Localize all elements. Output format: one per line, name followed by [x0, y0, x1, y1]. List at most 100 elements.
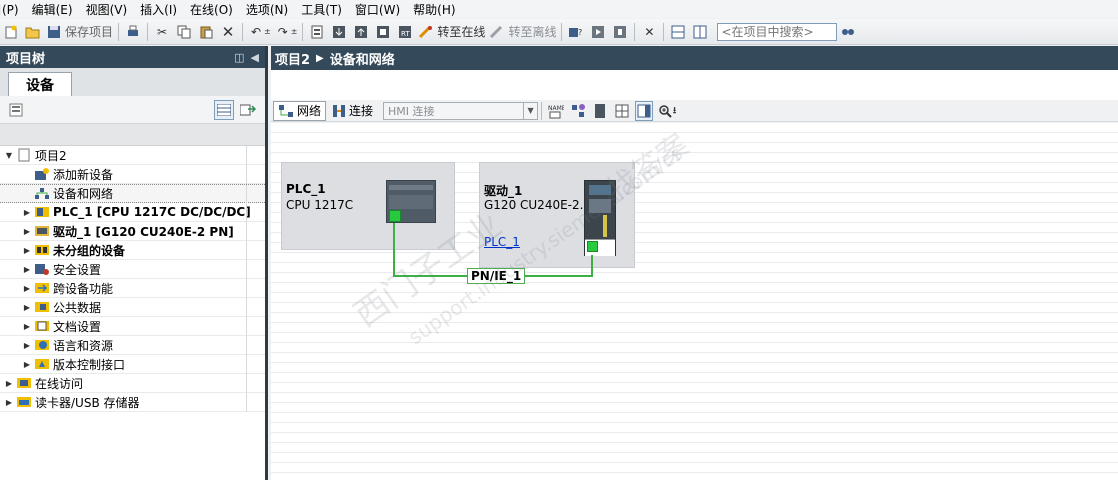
menu-item-0[interactable]: 目(P)	[0, 1, 28, 18]
cut-button[interactable]: ✂	[153, 22, 171, 42]
split-vertical-button[interactable]	[691, 22, 709, 42]
go-offline-button[interactable]: 转至离线	[489, 22, 556, 42]
chevron-right-icon[interactable]: ▶	[22, 246, 32, 255]
go-online-icon	[418, 24, 434, 40]
tree-item-label: 设备和网络	[53, 187, 114, 201]
project-icon	[16, 148, 32, 162]
open-project-button[interactable]	[24, 22, 42, 42]
menu-item-8[interactable]: 帮助(H)	[413, 1, 464, 18]
project-search-input[interactable]	[717, 22, 838, 41]
start-cpu-button[interactable]	[589, 22, 607, 42]
tab-network[interactable]: 网络	[273, 100, 327, 121]
tab-devices[interactable]: 设备	[8, 72, 72, 96]
tree-item[interactable]: ▶ 文档设置	[0, 317, 265, 336]
tree-status-cell	[246, 146, 265, 165]
export-icon[interactable]	[238, 100, 258, 120]
paste-button[interactable]	[197, 22, 215, 42]
security-icon	[34, 262, 50, 276]
chevron-right-icon[interactable]: ▶	[22, 360, 32, 369]
menu-item-5[interactable]: 选项(N)	[246, 1, 297, 18]
tree-item-label: 未分组的设备	[53, 243, 126, 258]
tree-item[interactable]: ▶ 公共数据	[0, 298, 265, 317]
chevron-right-icon[interactable]: ▶	[22, 284, 32, 293]
chevron-right-icon[interactable]: ▶	[22, 265, 32, 274]
network-canvas[interactable]: PLC_1 CPU 1217C 驱动_1 G120 CU240E-2... PL…	[271, 123, 1118, 480]
upload-icon	[353, 24, 369, 40]
breadcrumb-project[interactable]: 项目2	[275, 49, 310, 68]
drive-device-box[interactable]: 驱动_1 G120 CU240E-2... PLC_1	[479, 162, 635, 268]
plc-device-box[interactable]: PLC_1 CPU 1217C	[281, 162, 455, 250]
save-project-button[interactable]: 保存项目	[46, 22, 113, 42]
menu-item-4[interactable]: 在线(O)	[190, 1, 242, 18]
compile-icon	[309, 24, 325, 40]
upload-button[interactable]	[352, 22, 370, 42]
compile-button[interactable]	[308, 22, 326, 42]
chevron-right-icon[interactable]: ▶	[4, 379, 14, 388]
tree-status-cell	[246, 355, 265, 374]
tree-settings-icon[interactable]	[8, 102, 24, 118]
chevron-right-icon[interactable]: ▶	[22, 208, 32, 217]
menu-item-2[interactable]: 视图(V)	[86, 1, 137, 18]
show-names-button[interactable]: NAME	[547, 101, 565, 121]
table-view-icon[interactable]	[214, 100, 234, 120]
tree-item[interactable]: 设备和网络	[0, 184, 265, 204]
tree-item[interactable]: ▶ 跨设备功能	[0, 279, 265, 298]
ungrouped-icon	[34, 243, 50, 257]
chevron-down-icon[interactable]: ▼	[4, 151, 14, 160]
new-project-button[interactable]	[2, 22, 20, 42]
delete-button[interactable]: ✕	[219, 22, 237, 42]
plc-device-type: CPU 1217C	[286, 198, 354, 212]
split-view-button[interactable]	[635, 100, 654, 121]
go-online-button[interactable]: 转至在线	[418, 22, 485, 42]
simulation-button[interactable]	[374, 22, 392, 42]
accessible-devices-button[interactable]: ?	[567, 22, 585, 42]
stop-cpu-button[interactable]	[611, 22, 629, 42]
tree-item[interactable]: ▶ 版本控制接口	[0, 355, 265, 374]
tab-connection[interactable]: 连接	[328, 101, 377, 121]
menu-item-3[interactable]: 插入(I)	[140, 1, 186, 18]
tree-item[interactable]: ▶ 未分组的设备	[0, 241, 265, 260]
undo-button[interactable]: ↶ ±	[248, 22, 271, 42]
tree-item[interactable]: ▶ 驱动_1 [G120 CU240E-2 PN]	[0, 222, 265, 241]
tree-item[interactable]: ▶ 语言和资源	[0, 336, 265, 355]
highlight-network-button[interactable]	[569, 101, 587, 121]
cross-reference-button[interactable]: ✕	[640, 22, 658, 42]
drive-assigned-plc-link[interactable]: PLC_1	[484, 235, 520, 249]
chevron-right-icon[interactable]: ▶	[22, 303, 32, 312]
device-view-button[interactable]	[591, 101, 609, 121]
tree-item[interactable]: ▶ PLC_1 [CPU 1217C DC/DC/DC]	[0, 203, 265, 222]
split-horizontal-button[interactable]	[669, 22, 687, 42]
print-button[interactable]	[124, 22, 142, 42]
tree-item[interactable]: ▶ 读卡器/USB 存储器	[0, 393, 265, 412]
hmi-connection-select[interactable]: HMI 连接 ▼	[383, 101, 539, 120]
collapse-panel-icon[interactable]: ◀	[251, 51, 259, 64]
network-label[interactable]: PN/IE_1	[467, 268, 526, 284]
chevron-right-icon[interactable]: ▶	[22, 322, 32, 331]
tree-status-cell	[246, 241, 265, 260]
tree-item-label: 跨设备功能	[53, 281, 114, 296]
drive-profinet-port[interactable]	[587, 241, 598, 252]
search-button[interactable]	[839, 22, 857, 42]
menu-item-7[interactable]: 窗口(W)	[355, 1, 409, 18]
chevron-right-icon[interactable]: ▶	[22, 227, 32, 236]
new-icon	[3, 24, 19, 40]
zoom-button[interactable]: ⭳	[657, 101, 676, 121]
download-button[interactable]	[330, 22, 348, 42]
tree-status-cell	[246, 374, 265, 393]
menu-item-1[interactable]: 编辑(E)	[32, 1, 82, 18]
menu-item-6[interactable]: 工具(T)	[301, 1, 351, 18]
plc-icon	[386, 180, 436, 223]
tree-item[interactable]: ▶ 在线访问	[0, 374, 265, 393]
chevron-right-icon[interactable]: ▶	[22, 341, 32, 350]
tree-item[interactable]: ▶ 安全设置	[0, 260, 265, 279]
redo-button[interactable]: ↷ ±	[275, 22, 298, 42]
copy-button[interactable]	[175, 22, 193, 42]
tree-item[interactable]: ▼ 项目2	[0, 146, 265, 165]
panel-layout-icon[interactable]: ◫	[234, 51, 244, 64]
tree-item[interactable]: 添加新设备	[0, 165, 265, 184]
plc-profinet-port[interactable]	[389, 210, 401, 222]
grid-button[interactable]	[613, 101, 631, 121]
chevron-right-icon[interactable]: ▶	[4, 398, 14, 407]
download-rt-button[interactable]: RT	[396, 22, 414, 42]
start-cpu-icon	[590, 24, 606, 40]
